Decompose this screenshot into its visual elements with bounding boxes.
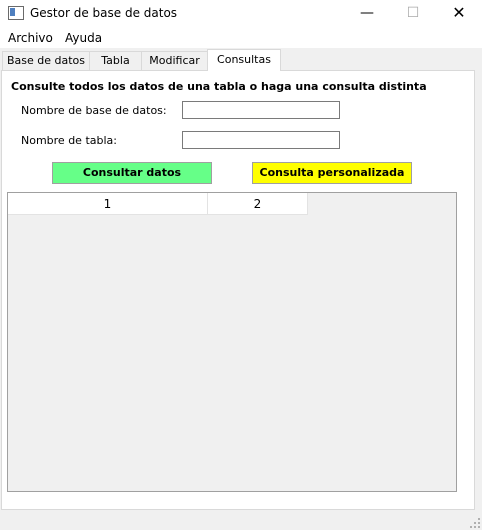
menu-bar: Archivo Ayuda [0,28,482,48]
tab-base-de-datos[interactable]: Base de datos [2,51,90,70]
menu-ayuda[interactable]: Ayuda [65,31,102,45]
tab-consultas[interactable]: Consultas [207,49,281,71]
title-bar: Gestor de base de datos — ☐ ✕ [0,0,482,28]
consulta-personalizada-button[interactable]: Consulta personalizada [252,162,412,184]
table-name-input[interactable] [182,131,340,149]
column-header-1[interactable]: 1 [8,193,208,215]
consultar-datos-button[interactable]: Consultar datos [52,162,212,184]
tab-tabla[interactable]: Tabla [89,51,142,70]
db-name-label: Nombre de base de datos: [21,104,167,117]
db-name-input[interactable] [182,101,340,119]
column-header-2[interactable]: 2 [208,193,308,215]
maximize-button[interactable]: ☐ [390,0,436,28]
resize-grip-icon[interactable] [470,518,480,528]
close-button[interactable]: ✕ [436,0,482,28]
window-title: Gestor de base de datos [30,6,178,20]
menu-archivo[interactable]: Archivo [8,31,53,45]
results-grid[interactable]: 1 2 [7,192,457,492]
table-name-label: Nombre de tabla: [21,134,117,147]
tab-modificar[interactable]: Modificar [141,51,208,70]
app-window-icon [8,6,24,20]
instruction-text: Consulte todos los datos de una tabla o … [11,80,427,93]
status-bar [0,512,482,530]
minimize-button[interactable]: — [344,0,390,28]
